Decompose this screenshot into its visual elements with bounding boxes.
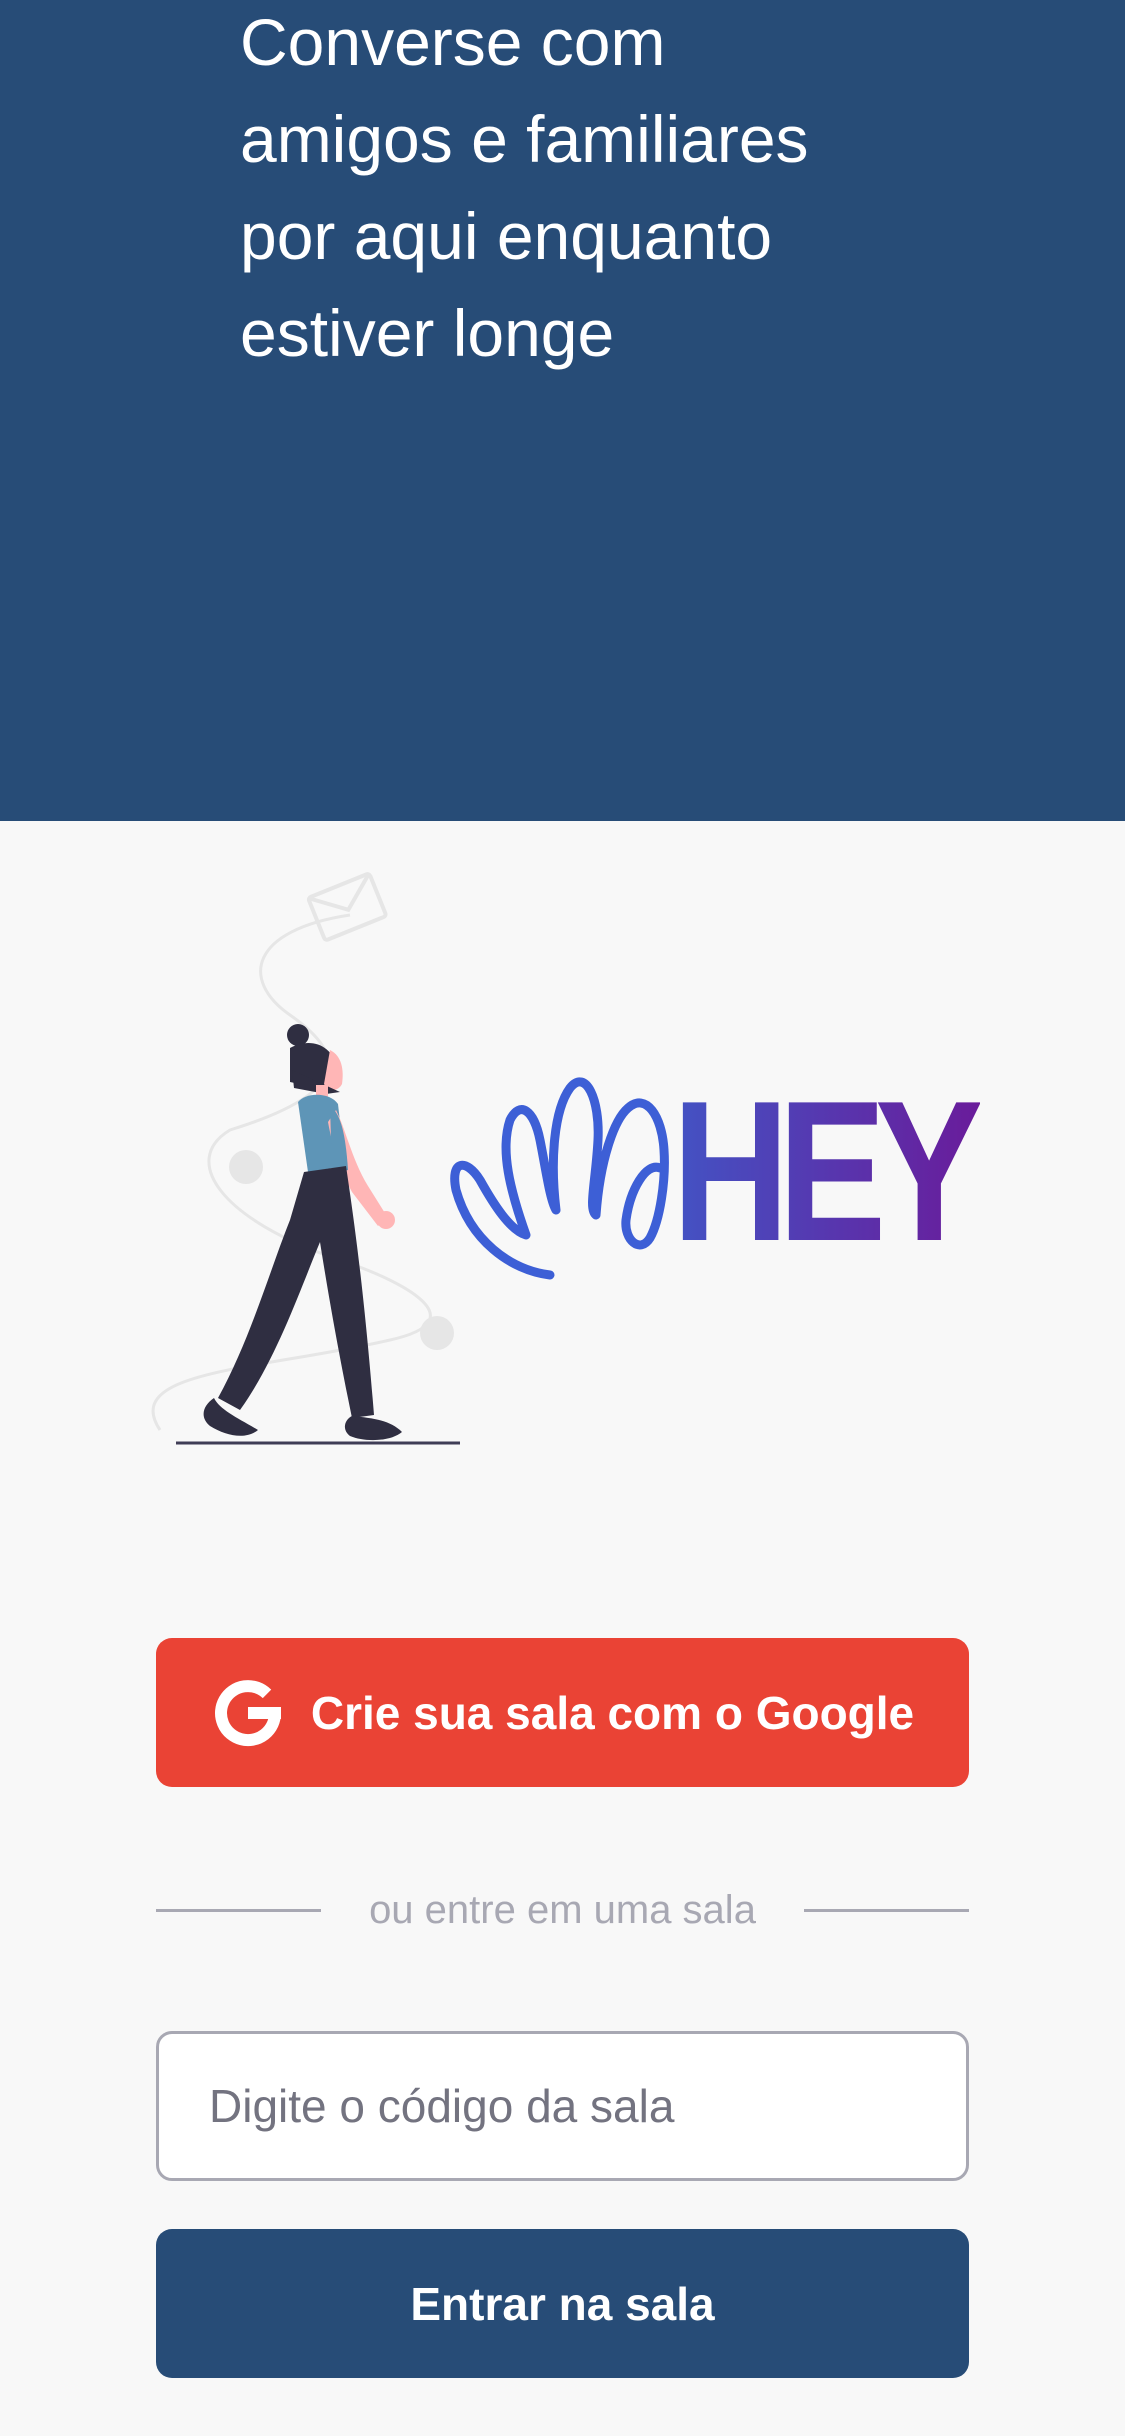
hero-banner: Converse com amigos e familiares por aqu… (0, 0, 1125, 821)
separator: ou entre em uma sala (156, 1880, 969, 1940)
waving-hand-icon (450, 1077, 669, 1280)
woman-walking-illustration (151, 872, 460, 1445)
create-room-google-button[interactable]: Crie sua sala com o Google (156, 1638, 969, 1787)
room-code-input[interactable] (156, 2031, 969, 2181)
hero-text: Converse com amigos e familiares por aqu… (240, 5, 809, 370)
separator-text: ou entre em uma sala (369, 1887, 756, 1932)
hey-logo-text: HEY (672, 1060, 980, 1283)
separator-line-left (156, 1908, 322, 1912)
separator-line-right (803, 1908, 969, 1912)
google-icon (214, 1679, 281, 1746)
enter-room-button[interactable]: Entrar na sala (156, 2229, 969, 2378)
create-room-google-label: Crie sua sala com o Google (310, 1686, 915, 1739)
envelope-icon (306, 872, 388, 942)
hey-logo: HEY (450, 1060, 980, 1283)
